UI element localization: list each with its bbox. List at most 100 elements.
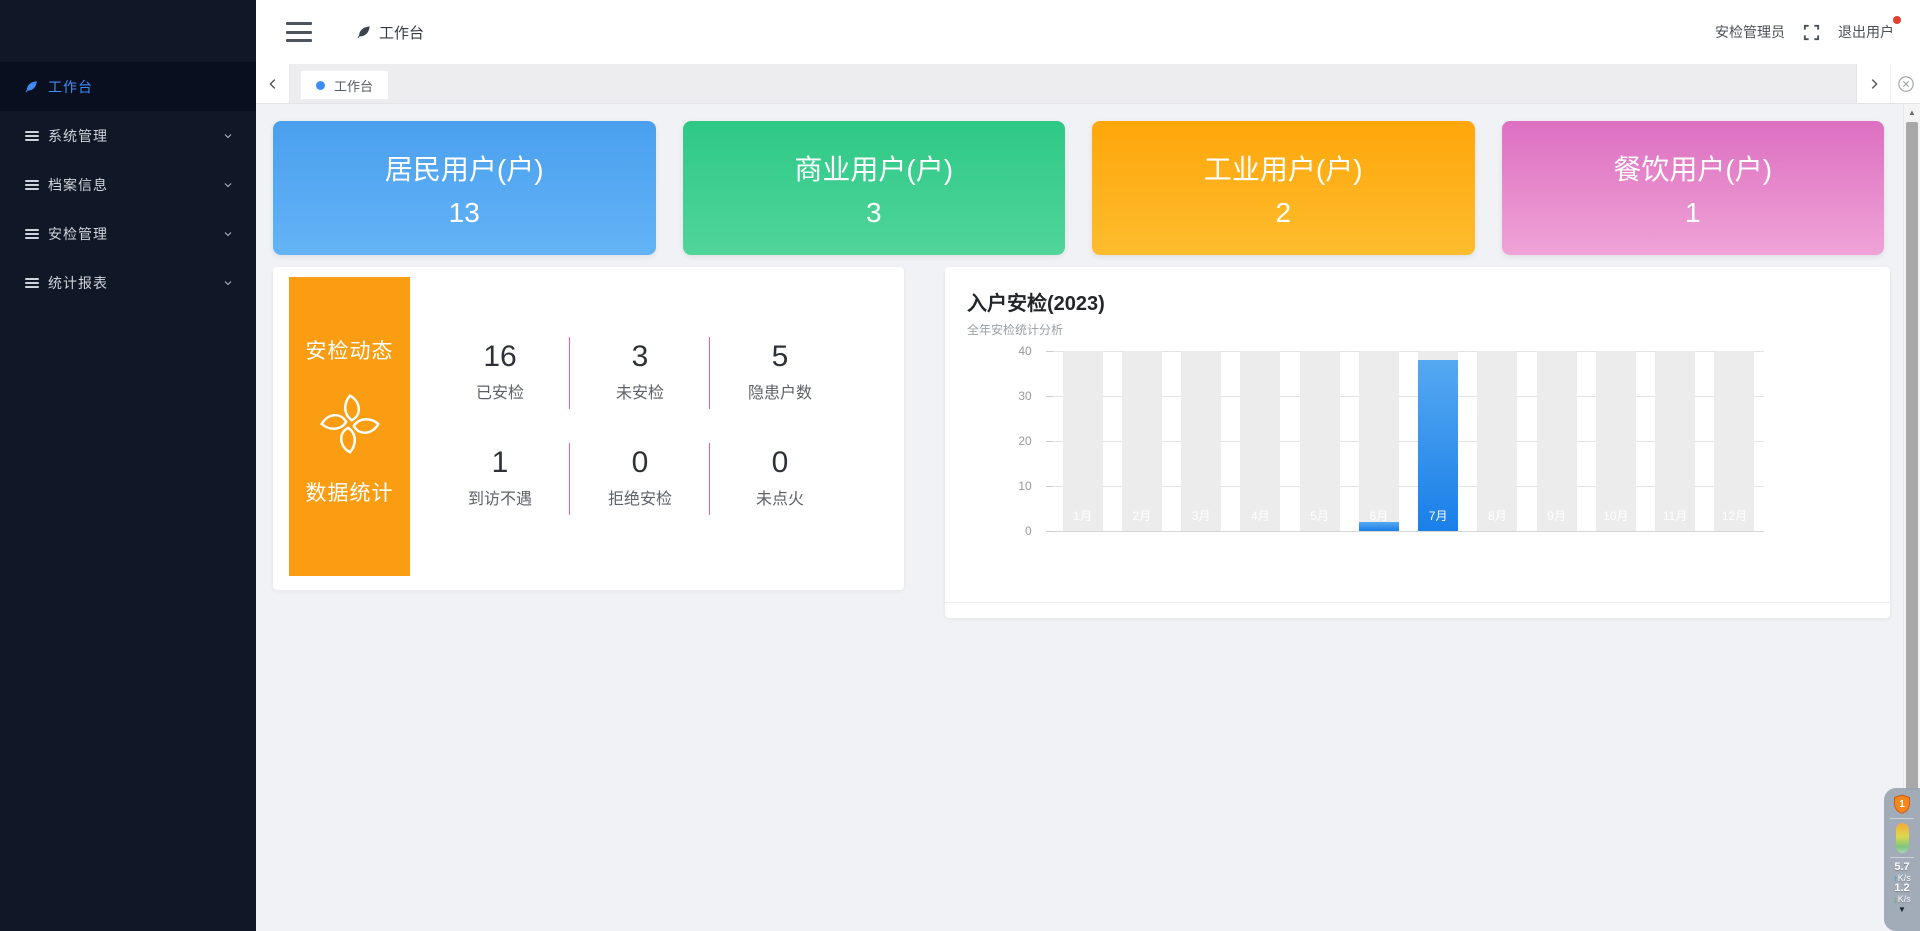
chart-slot: 8月: [1468, 351, 1527, 531]
chart-background-bar: [1596, 351, 1636, 531]
stat-not-ignited: 0 未点火: [710, 431, 850, 523]
chart-background-bar: [1714, 351, 1754, 531]
list-icon: [24, 226, 39, 241]
pinwheel-icon: [317, 391, 383, 457]
card-title: 商业用户(户): [683, 148, 1066, 188]
stat-label: 到访不遇: [468, 485, 532, 509]
chart-ytick-label: 10: [1018, 479, 1031, 493]
chart-slot: 6月: [1349, 351, 1408, 531]
chart-background-bar: [1122, 351, 1162, 531]
stat-hazard-households: 5 隐患户数: [710, 325, 850, 417]
scrollbar-thumb[interactable]: [1906, 122, 1918, 790]
chart-ytick-label: 20: [1018, 434, 1031, 448]
hamburger-menu-icon[interactable]: [286, 22, 312, 42]
temperature-meter-icon: [1896, 823, 1909, 853]
card-value: 13: [273, 197, 656, 229]
inspection-chart-panel: 入户安检(2023) 全年安检统计分析 0102030401月2月3月4月5月6…: [945, 267, 1890, 618]
active-tab-dot: [316, 81, 325, 90]
download-speed-unit: ↓K/s: [1893, 894, 1911, 904]
card-commercial-users[interactable]: 商业用户(户) 3: [683, 121, 1066, 255]
chart-month-label: 9月: [1527, 507, 1586, 524]
tabs-scroll-right-button[interactable]: [1856, 64, 1890, 103]
chart-month-label: 7月: [1409, 507, 1468, 524]
leaf-icon: [356, 24, 372, 40]
chart-ytick-label: 30: [1018, 389, 1031, 403]
sidebar-item-label: 系统管理: [48, 126, 222, 146]
chart-slot: 11月: [1646, 351, 1705, 531]
chart-title: 入户安检(2023): [967, 287, 1105, 316]
list-icon: [24, 275, 39, 290]
card-title: 工业用户(户): [1092, 148, 1475, 188]
chart-month-label: 4月: [1231, 507, 1290, 524]
card-industrial-users[interactable]: 工业用户(户) 2: [1092, 121, 1475, 255]
stat-value: 5: [772, 340, 789, 374]
card-catering-users[interactable]: 餐饮用户(户) 1: [1502, 121, 1885, 255]
sidebar-item-label: 档案信息: [48, 175, 222, 195]
stat-label: 未点火: [756, 485, 804, 509]
chart-ytick-label: 0: [1025, 524, 1032, 538]
scrollbar-up-arrow[interactable]: ▲: [1904, 104, 1920, 120]
sidebar-item-inspection[interactable]: 安检管理: [0, 209, 256, 258]
chart-background-bar: [1063, 351, 1103, 531]
chart-axis-tick: [1046, 351, 1053, 352]
collapse-caret-icon[interactable]: ▼: [1898, 906, 1906, 914]
chart-slot: 2月: [1112, 351, 1171, 531]
chart-axis-tick: [1046, 396, 1053, 397]
sidebar-item-workbench[interactable]: 工作台: [0, 62, 256, 111]
chart-background-bar: [1181, 351, 1221, 531]
fullscreen-icon[interactable]: [1802, 23, 1821, 42]
chart-axis-tick: [1046, 486, 1053, 487]
inspection-stats-panel: 安检动态 数据统计 16 已安检 3 未安检 5 隐患户数: [273, 267, 904, 590]
card-title: 餐饮用户(户): [1502, 148, 1885, 188]
chart-slot: 3月: [1172, 351, 1231, 531]
tab-workbench[interactable]: 工作台: [300, 70, 389, 99]
chevron-down-icon: [222, 277, 234, 289]
sidebar-item-reports[interactable]: 统计报表: [0, 258, 256, 307]
chart-slot: 12月: [1705, 351, 1764, 531]
stat-value: 16: [483, 340, 516, 374]
sidebar-item-label: 工作台: [48, 77, 234, 97]
tab-label: 工作台: [334, 76, 373, 95]
logout-button[interactable]: 退出用户: [1838, 22, 1894, 42]
logout-label: 退出用户: [1838, 24, 1894, 40]
chart-gridline: [1053, 531, 1764, 532]
stat-refused: 0 拒绝安检: [570, 431, 710, 523]
sidebar-item-archives[interactable]: 档案信息: [0, 160, 256, 209]
sidebar-item-system[interactable]: 系统管理: [0, 111, 256, 160]
tabs-scroll-left-button[interactable]: [256, 64, 290, 103]
stat-cards-row: 居民用户(户) 13 商业用户(户) 3 工业用户(户) 2 餐饮用户(户) 1: [273, 121, 1884, 255]
stat-value: 0: [632, 446, 649, 480]
card-title: 居民用户(户): [273, 148, 656, 188]
stat-not-inspected: 3 未安检: [570, 325, 710, 417]
leaf-icon: [24, 79, 39, 94]
sidebar: 工作台 系统管理 档案信息 安检管理 统计报表: [0, 0, 256, 931]
banner-subtitle: 数据统计: [306, 477, 394, 507]
header-right: 安检管理员 退出用户: [1715, 22, 1920, 42]
card-resident-users[interactable]: 居民用户(户) 13: [273, 121, 656, 255]
chevron-down-icon: [222, 179, 234, 191]
stat-visit-missed: 1 到访不遇: [430, 431, 570, 523]
chart-month-label: 11月: [1646, 507, 1705, 524]
chart-panel-divider: [945, 602, 1890, 603]
chart-background-bar: [1477, 351, 1517, 531]
network-speed-widget[interactable]: 1 5.7 ↑K/s 1.2 ↓K/s ▼: [1884, 788, 1920, 931]
chart-month-label: 5月: [1290, 507, 1349, 524]
upload-speed-value: 5.7: [1894, 862, 1909, 873]
chart-month-label: 8月: [1468, 507, 1527, 524]
stat-value: 0: [772, 446, 789, 480]
download-speed-value: 1.2: [1894, 883, 1909, 894]
tab-close-menu-icon[interactable]: [1890, 64, 1920, 103]
username-label[interactable]: 安检管理员: [1715, 22, 1785, 42]
breadcrumb-label: 工作台: [379, 22, 424, 43]
chart-bar[interactable]: [1418, 360, 1458, 531]
shield-badge-icon[interactable]: 1: [1893, 794, 1911, 814]
chevron-down-icon: [222, 130, 234, 142]
chart-slot: 7月: [1409, 351, 1468, 531]
tab-bar: 工作台: [256, 64, 1920, 104]
chart-background-bar: [1537, 351, 1577, 531]
chart-month-label: 1月: [1053, 507, 1112, 524]
top-header: 工作台 安检管理员 退出用户: [256, 0, 1920, 64]
breadcrumb: 工作台: [356, 22, 424, 43]
chart-slot: 5月: [1290, 351, 1349, 531]
chart-axis-tick: [1046, 531, 1053, 532]
